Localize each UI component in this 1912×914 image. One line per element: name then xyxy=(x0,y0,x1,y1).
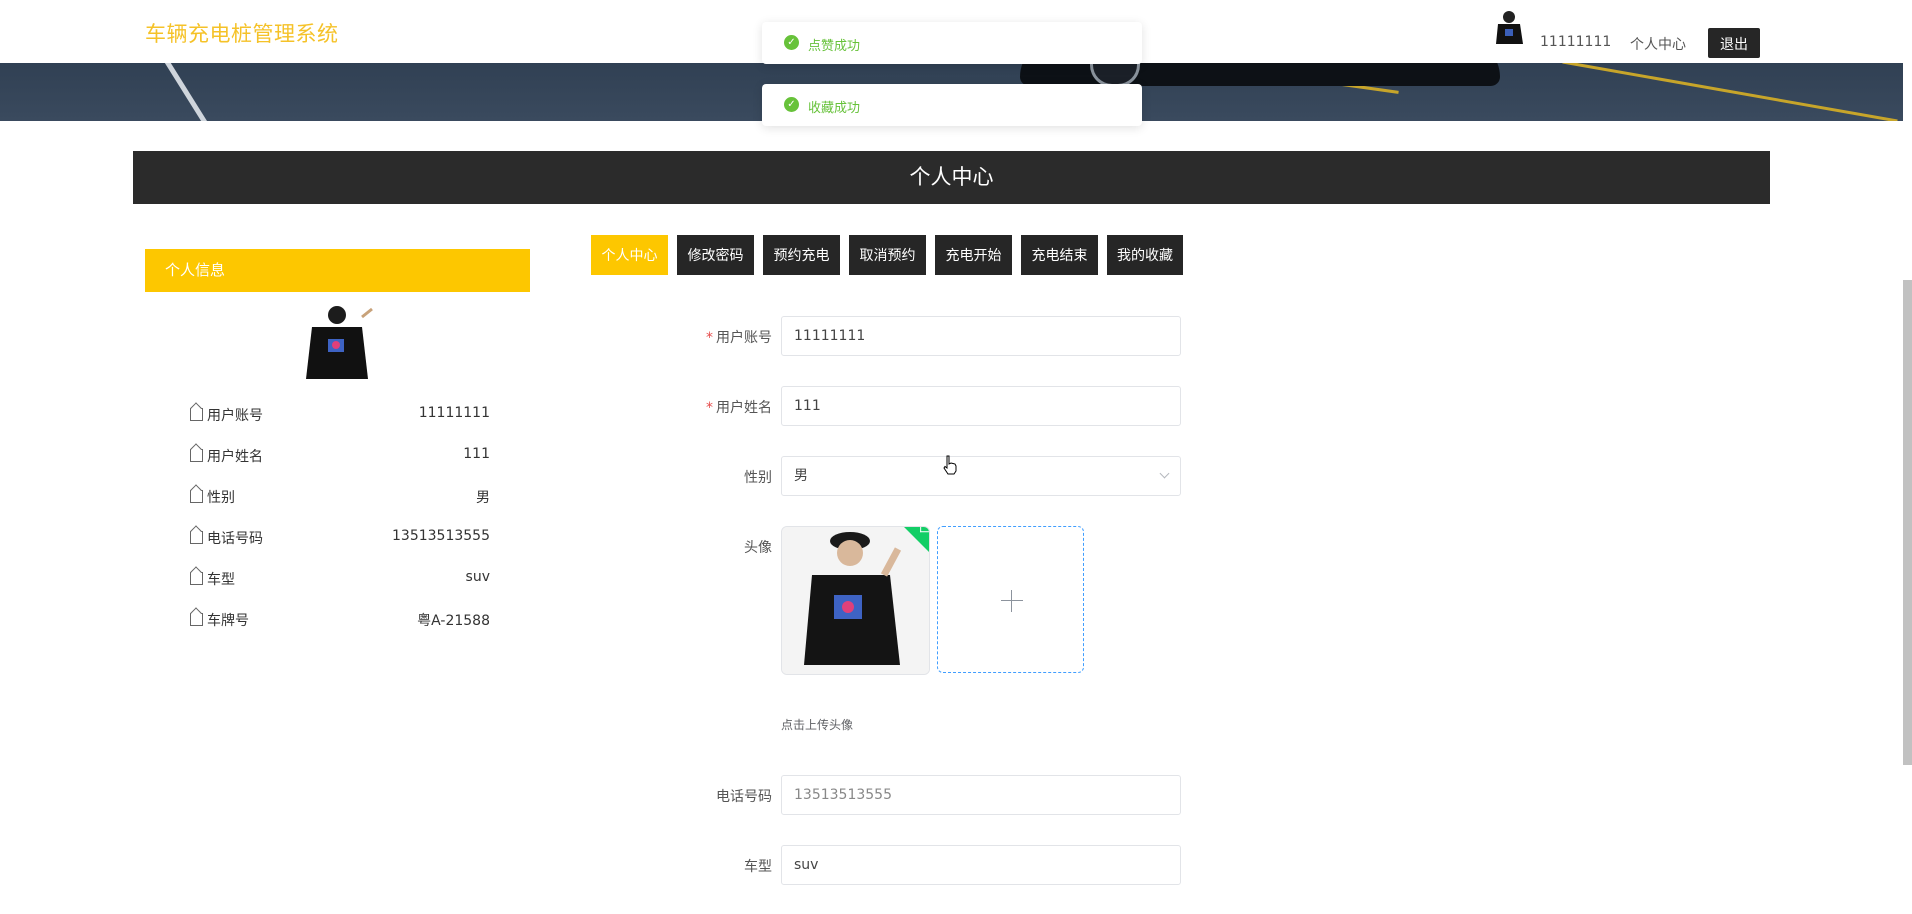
gender-select[interactable]: 男 xyxy=(781,456,1181,496)
info-avatar xyxy=(306,306,373,379)
phone-label: 电话号码 xyxy=(716,789,772,805)
account-label: * 用户账号 xyxy=(706,330,772,346)
home-icon xyxy=(190,449,203,462)
info-card-title: 个人信息 xyxy=(145,249,530,292)
tab-my-favorites[interactable]: 我的收藏 xyxy=(1107,235,1183,275)
logout-button[interactable]: 退出 xyxy=(1708,28,1760,58)
header-username: 11111111 xyxy=(1540,34,1612,50)
success-check-icon: ✓ xyxy=(784,35,799,50)
tab-charging-start[interactable]: 充电开始 xyxy=(935,235,1012,275)
avatar-preview[interactable] xyxy=(781,526,930,675)
info-row-phone: 电话号码 13513513555 xyxy=(190,528,490,548)
home-icon xyxy=(190,531,203,544)
name-input[interactable]: 111 xyxy=(781,386,1181,426)
success-check-icon: ✓ xyxy=(784,97,799,112)
hand-cursor-icon xyxy=(943,455,957,475)
info-row-car-type: 车型 suv xyxy=(190,569,490,589)
avatar-image xyxy=(782,527,929,674)
home-icon xyxy=(190,408,203,421)
gender-label: 性别 xyxy=(744,470,772,486)
tab-charging-end[interactable]: 充电结束 xyxy=(1021,235,1098,275)
home-icon xyxy=(190,490,203,503)
site-logo[interactable]: 车辆充电桩管理系统 xyxy=(145,18,339,48)
plus-icon xyxy=(1001,600,1023,601)
home-icon xyxy=(190,572,203,585)
info-row-account: 用户账号 11111111 xyxy=(190,405,490,425)
check-icon xyxy=(920,527,929,533)
chevron-down-icon xyxy=(1159,468,1170,479)
avatar-upload-button[interactable] xyxy=(937,526,1084,673)
header-personal-center-link[interactable]: 个人中心 xyxy=(1630,34,1686,54)
toast-like-success: ✓ 点赞成功 xyxy=(762,22,1142,64)
info-row-gender: 性别 男 xyxy=(190,487,490,507)
page-title: 个人中心 xyxy=(133,151,1770,204)
home-icon xyxy=(190,613,203,626)
phone-input[interactable]: 13513513555 xyxy=(781,775,1181,815)
tab-change-password[interactable]: 修改密码 xyxy=(677,235,754,275)
car-type-label: 车型 xyxy=(744,859,772,875)
toast-text: 收藏成功 xyxy=(808,101,861,116)
name-label: * 用户姓名 xyxy=(706,400,772,416)
tab-personal-center[interactable]: 个人中心 xyxy=(591,235,668,275)
header-avatar[interactable] xyxy=(1490,8,1528,48)
info-row-name: 用户姓名 111 xyxy=(190,446,490,466)
toast-text: 点赞成功 xyxy=(808,39,861,54)
avatar-upload-tip: 点击上传头像 xyxy=(781,718,854,732)
car-type-input[interactable]: suv xyxy=(781,845,1181,885)
info-row-plate: 车牌号 粤A-21588 xyxy=(190,610,490,630)
toast-favorite-success: ✓ 收藏成功 xyxy=(762,84,1142,126)
account-input[interactable]: 11111111 xyxy=(781,316,1181,356)
tab-cancel-reservation[interactable]: 取消预约 xyxy=(849,235,926,275)
tab-reserve-charging[interactable]: 预约充电 xyxy=(763,235,840,275)
page-scrollbar[interactable] xyxy=(1903,280,1912,765)
avatar-label: 头像 xyxy=(744,540,772,556)
